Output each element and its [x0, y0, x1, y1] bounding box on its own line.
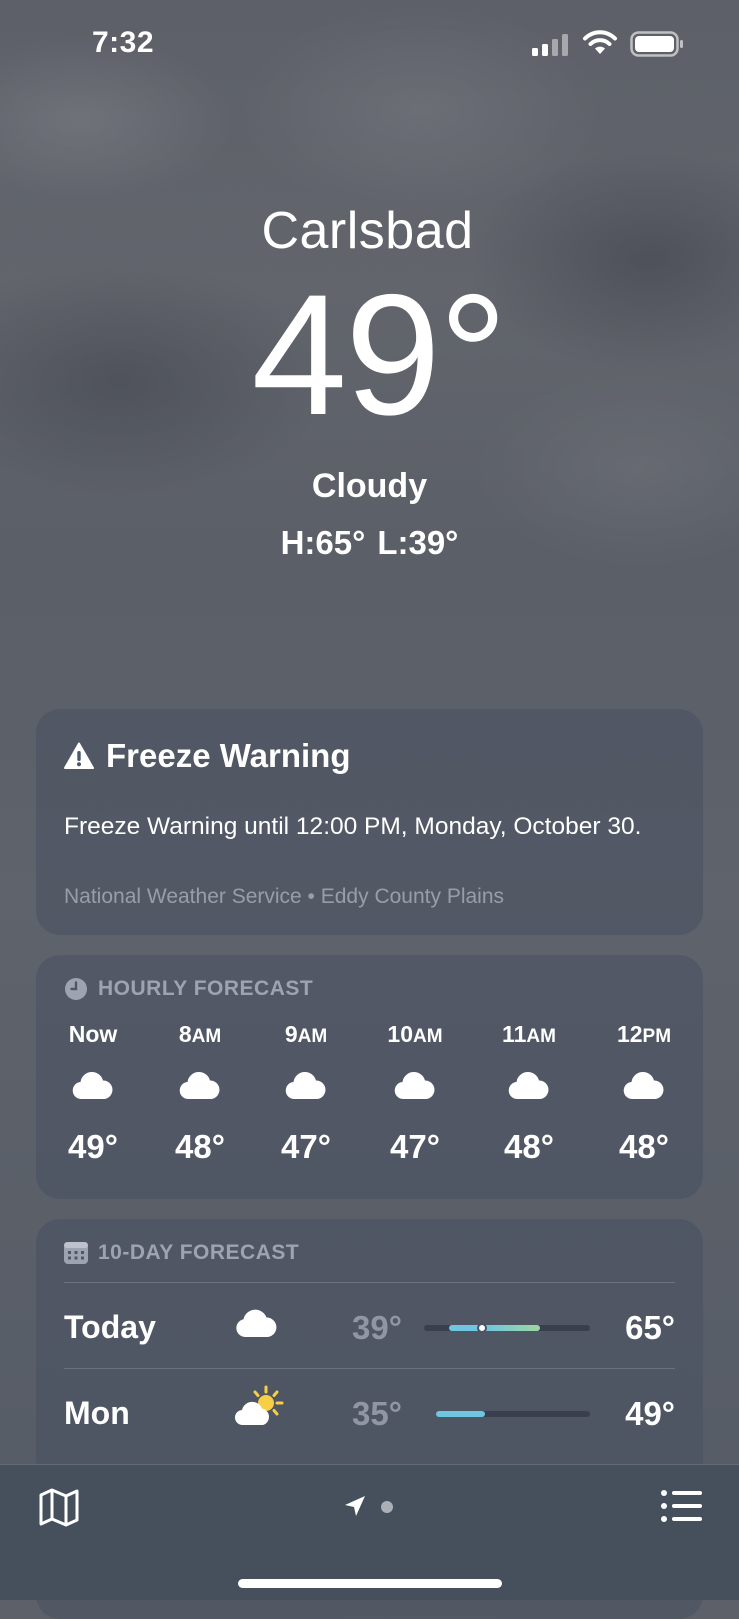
current-temperature: 49° [251, 259, 507, 451]
location-arrow-icon[interactable] [344, 1495, 366, 1517]
hourly-item: 12PM 48° [589, 1021, 699, 1166]
cloud-icon [589, 1070, 699, 1110]
daily-heading: 10-DAY FORECAST [64, 1241, 299, 1265]
alert-source: National Weather Service • Eddy County P… [64, 885, 505, 908]
hourly-heading: HOURLY FORECAST [64, 977, 313, 1001]
cloud-icon [38, 1070, 148, 1110]
page-indicator-dot[interactable] [381, 1501, 393, 1513]
cellular-signal-icon [532, 34, 568, 56]
temp-range-fill [448, 1325, 541, 1331]
low-temp: L:39° [377, 524, 459, 561]
high-low: H:65° L:39° [0, 524, 739, 562]
home-indicator [238, 1579, 502, 1588]
hour-temp: 48° [175, 1128, 225, 1165]
temp-range-bar [424, 1323, 590, 1333]
bottom-tab-bar [0, 1464, 739, 1600]
daily-row-mon[interactable]: Mon 35° 49° [64, 1368, 675, 1455]
day-label: Mon [64, 1395, 130, 1431]
hourly-item: 8AM 48° [145, 1021, 255, 1166]
list-icon[interactable] [660, 1489, 702, 1523]
day-label: Today [64, 1309, 156, 1345]
city-name: Carlsbad [261, 202, 474, 260]
high-temp: 49° [625, 1395, 675, 1432]
cloud-icon [145, 1070, 255, 1110]
hour-temp: 48° [504, 1128, 554, 1165]
hour-label: 12PM [616, 1021, 672, 1047]
hour-label: Now [68, 1021, 118, 1047]
hour-temp: 47° [281, 1128, 331, 1165]
status-time: 7:32 [92, 26, 155, 59]
hour-label: 8AM [178, 1021, 222, 1047]
alert-heading: Freeze Warning [64, 737, 351, 775]
low-temp: 39° [352, 1309, 402, 1346]
hourly-forecast-card[interactable]: HOURLY FORECAST Now 49° 8AM 48° 9AM 47° 10AM 47… [36, 955, 703, 1199]
cloud-icon [474, 1070, 584, 1110]
hour-temp: 47° [390, 1128, 440, 1165]
status-bar: 7:32 [0, 0, 739, 88]
partly-sunny-icon [234, 1385, 286, 1434]
hourly-item: Now 49° [38, 1021, 148, 1166]
map-icon[interactable] [38, 1487, 80, 1527]
calendar-icon [64, 1242, 88, 1264]
hour-label: 9AM [284, 1021, 328, 1047]
alert-text: Freeze Warning until 12:00 PM, Monday, O… [64, 813, 642, 840]
hour-label: 11AM [502, 1021, 556, 1047]
hour-temp: 49° [68, 1128, 118, 1165]
hourly-heading-label: HOURLY FORECAST [98, 977, 314, 1000]
temp-range-bar [436, 1411, 590, 1417]
warning-triangle-icon [64, 742, 94, 769]
cloud-icon [251, 1070, 361, 1110]
cloud-icon [234, 1305, 278, 1346]
low-temp: 35° [352, 1395, 402, 1432]
high-temp: H:65° [280, 524, 366, 561]
daily-heading-label: 10-DAY FORECAST [98, 1241, 300, 1264]
battery-icon [630, 31, 683, 57]
hour-label: 10AM [387, 1021, 443, 1047]
hourly-item: 11AM 48° [474, 1021, 584, 1166]
high-temp: 65° [625, 1309, 675, 1346]
clock-icon [65, 978, 87, 1000]
freeze-warning-card[interactable]: Freeze Warning Freeze Warning until 12:0… [36, 709, 703, 935]
hour-temp: 48° [619, 1128, 669, 1165]
wifi-icon [583, 30, 617, 54]
current-weather: Carlsbad 49° Cloudy H:65° L:39° [0, 205, 739, 562]
condition-text: Cloudy [311, 467, 428, 505]
hourly-item: 10AM 47° [360, 1021, 470, 1166]
alert-title: Freeze Warning [106, 737, 351, 774]
current-temp-marker [477, 1323, 488, 1333]
temp-range-fill [436, 1411, 486, 1417]
cloud-icon [360, 1070, 470, 1110]
hourly-item: 9AM 47° [251, 1021, 361, 1166]
daily-row-today[interactable]: Today 39° 65° [64, 1282, 675, 1369]
